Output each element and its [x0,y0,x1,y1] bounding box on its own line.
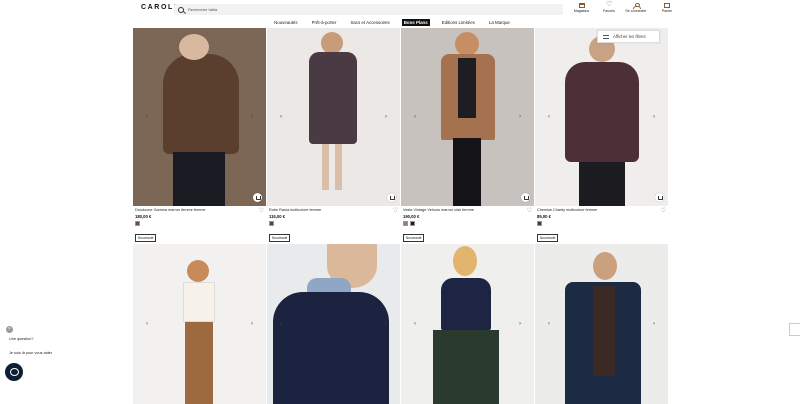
product-image[interactable]: ‹ › [133,28,266,206]
chat-close-icon[interactable]: × [6,326,13,333]
new-badge: Nouveauté [403,233,425,242]
store-icon [578,3,585,8]
person-icon [633,3,641,9]
wishlist-heart-icon[interactable]: ♡ [259,207,264,214]
product-image[interactable]: ‹ › [401,244,534,404]
new-badge: Nouveauté [537,233,559,242]
next-image-icon[interactable]: › [517,321,523,327]
color-swatch[interactable] [410,220,415,226]
color-swatch[interactable] [269,220,274,226]
chat-bubble-icon[interactable] [5,363,23,381]
color-swatch[interactable] [537,220,542,226]
prev-image-icon[interactable]: ‹ [144,321,150,327]
login-link[interactable]: Se connecter [619,3,653,13]
chat-prompt-title[interactable]: Une question? [9,337,34,341]
nav-item-nouveautes[interactable]: Nouveautés [272,19,299,26]
prev-image-icon[interactable]: ‹ [278,321,284,327]
heart-icon [606,0,612,8]
product-image[interactable]: ‹ › [267,28,400,206]
nav-item-la-marque[interactable]: La Marque [487,19,512,26]
search-icon [178,6,184,13]
product-name[interactable]: Veste Vintage Velours marron clair femme [403,208,521,212]
nav-item-bons-plans[interactable]: Bons Plans [401,18,430,26]
product-name[interactable]: Robe Rania multicolore femme [269,208,387,212]
new-badge: Nouveauté [135,233,157,242]
prev-image-icon[interactable]: ‹ [412,114,418,120]
header: CAROLL Magasins Favoris Se connecter Pan… [0,0,800,17]
product-price: 115,00 € [269,213,286,219]
quick-add-icon[interactable] [655,193,664,202]
wishlist-heart-icon[interactable]: ♡ [661,207,666,214]
nav-item-editions-limitees[interactable]: Editions Limitées [440,19,477,26]
stores-link[interactable]: Magasins [568,3,595,13]
next-image-icon[interactable]: › [383,114,389,120]
header-utilities: Magasins Favoris Se connecter Panier [568,0,679,13]
prev-image-icon[interactable]: ‹ [546,114,552,120]
main-nav: Nouveautés Prêt-à-porter Sacs et Accesso… [0,18,800,26]
nav-item-pret-a-porter[interactable]: Prêt-à-porter [310,19,339,26]
color-swatch[interactable] [403,220,408,226]
quick-add-icon[interactable] [387,193,396,202]
prev-image-icon[interactable]: ‹ [546,321,552,327]
cart-link[interactable]: Panier [655,3,679,13]
product-image[interactable]: ‹ › [267,244,400,404]
nav-item-sacs-accessoires[interactable]: Sacs et Accessoires [348,19,391,26]
product-name[interactable]: Doudoune Gamma marron femme femme [135,208,253,212]
new-badge: Nouveauté [269,233,291,242]
next-image-icon[interactable]: › [249,321,255,327]
prev-image-icon[interactable]: ‹ [412,321,418,327]
next-image-icon[interactable]: › [651,321,657,327]
wishlist-heart-icon[interactable]: ♡ [527,207,532,214]
show-filters-button[interactable]: Afficher les filtres [597,30,660,43]
product-image[interactable]: ‹ › [401,28,534,206]
search-input[interactable] [188,7,488,12]
product-price: 180,00 € [135,213,152,219]
product-image[interactable]: ‹ › [535,28,668,206]
prev-image-icon[interactable]: ‹ [144,114,150,120]
chat-prompt-subtitle[interactable]: Je suis là pour vous aider [9,351,52,355]
side-tab[interactable] [789,323,800,336]
next-image-icon[interactable]: › [383,321,389,327]
filter-icon [603,34,609,39]
favorites-link[interactable]: Favoris [601,0,617,13]
bag-icon [664,3,670,8]
quick-add-icon[interactable] [521,193,530,202]
product-name[interactable]: Chemise Charity multicolore femme [537,208,655,212]
search-bar[interactable] [174,4,563,15]
next-image-icon[interactable]: › [651,114,657,120]
color-swatch[interactable] [135,220,140,226]
product-price: 85,00 € [537,213,551,219]
prev-image-icon[interactable]: ‹ [278,114,284,120]
next-image-icon[interactable]: › [517,114,523,120]
product-image[interactable]: ‹ › [535,244,668,404]
wishlist-heart-icon[interactable]: ♡ [393,207,398,214]
quick-add-icon[interactable] [253,193,262,202]
next-image-icon[interactable]: › [249,114,255,120]
product-image[interactable]: ‹ › [133,244,266,404]
product-price: 190,00 € [403,213,420,219]
